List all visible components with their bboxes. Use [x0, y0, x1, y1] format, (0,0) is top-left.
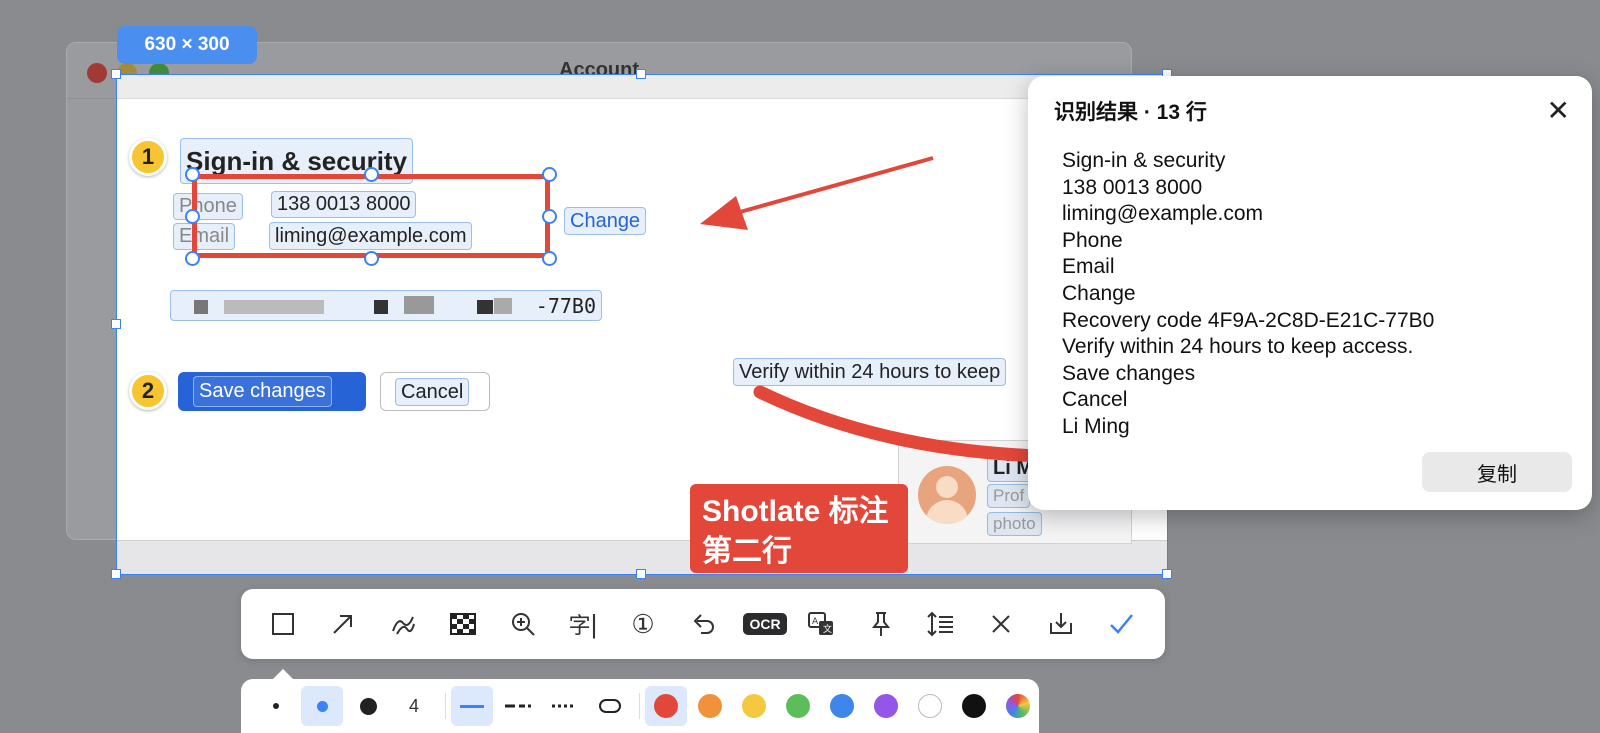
color-swatch-green[interactable] — [777, 686, 819, 726]
ocr-icon[interactable]: OCR — [738, 603, 792, 645]
scroll-capture-icon[interactable] — [920, 603, 962, 645]
line-solid[interactable] — [451, 686, 493, 726]
text-annotation[interactable]: Shotlate 标注 第二行 — [690, 484, 908, 573]
color-swatch-red[interactable] — [645, 686, 687, 726]
color-swatch-yellow[interactable] — [733, 686, 775, 726]
line-dash-dot[interactable] — [497, 686, 539, 726]
color-swatch-white[interactable] — [909, 686, 951, 726]
color-swatch-blue[interactable] — [821, 686, 863, 726]
number-tool-glyph: ① — [631, 608, 655, 639]
rounded-rect-shape[interactable] — [589, 686, 631, 726]
translate-icon[interactable]: 文A — [800, 603, 842, 645]
color-swatch-purple[interactable] — [865, 686, 907, 726]
ocr-chip: OCR — [743, 613, 787, 635]
undo-icon[interactable] — [682, 603, 724, 645]
arrow-annotation — [739, 156, 934, 214]
ocr-line: Li Ming — [1062, 414, 1130, 438]
annotation-toolbar: 字 | ① OCR 文A — [241, 589, 1165, 659]
swatch-fill — [786, 694, 810, 718]
arrowhead — [700, 196, 748, 230]
stroke-size-medium[interactable] — [301, 686, 343, 726]
swatch-fill — [830, 694, 854, 718]
arrow-icon[interactable] — [322, 603, 364, 645]
ocr-line: Verify within 24 hours to keep access. — [1062, 335, 1414, 359]
swatch-fill — [874, 694, 898, 718]
swatch-fill — [918, 694, 942, 718]
color-picker-icon[interactable] — [997, 686, 1039, 726]
ocr-line: Phone — [1062, 228, 1123, 252]
swatch-fill — [742, 694, 766, 718]
pen-icon[interactable] — [382, 603, 424, 645]
ocr-line: Change — [1062, 281, 1136, 305]
swatch-fill — [962, 694, 986, 718]
text-tool-glyph: 字 — [568, 613, 591, 638]
ocr-line: Recovery code 4F9A-2C8D-E21C-77B0 — [1062, 308, 1435, 332]
ocr-result-lines[interactable]: Sign-in & security 138 0013 8000 liming@… — [1062, 148, 1562, 438]
divider — [639, 693, 640, 719]
divider — [445, 693, 446, 719]
ocr-line: 138 0013 8000 — [1062, 175, 1203, 199]
ocr-result-panel: 识别结果 · 13 行 ✕ Sign-in & security 138 001… — [1028, 76, 1592, 510]
rectangle-icon[interactable] — [262, 603, 304, 645]
ocr-line: Cancel — [1062, 388, 1128, 412]
save-icon[interactable] — [1040, 603, 1082, 645]
curved-stroke-annotation — [753, 385, 1047, 463]
line-dotted[interactable] — [543, 686, 585, 726]
mosaic-icon[interactable] — [442, 603, 484, 645]
ocr-panel-title: 识别结果 · 13 行 — [1054, 101, 1207, 124]
confirm-icon[interactable] — [1100, 603, 1142, 645]
close-icon[interactable] — [980, 603, 1022, 645]
pin-icon[interactable] — [860, 603, 902, 645]
style-subbar: 4 — [241, 679, 1039, 733]
stroke-width-value[interactable]: 4 — [393, 686, 435, 726]
magnifier-icon[interactable] — [502, 603, 544, 645]
svg-text:文: 文 — [823, 623, 832, 635]
color-swatch-black[interactable] — [953, 686, 995, 726]
ocr-line: Sign-in & security — [1062, 149, 1226, 172]
ocr-line: Save changes — [1062, 361, 1196, 385]
svg-text:A: A — [812, 617, 819, 627]
number-icon[interactable]: ① — [622, 603, 664, 645]
swatch-fill — [698, 694, 722, 718]
text-icon[interactable]: 字 | — [562, 603, 604, 645]
ocr-line: liming@example.com — [1062, 202, 1264, 226]
stroke-size-small[interactable] — [255, 686, 297, 726]
swatch-fill — [654, 694, 678, 718]
stroke-size-large[interactable] — [347, 686, 389, 726]
copy-button[interactable]: 复制 — [1422, 452, 1572, 492]
ocr-line: Email — [1062, 255, 1115, 279]
close-icon[interactable]: ✕ — [1547, 94, 1570, 127]
color-swatch-orange[interactable] — [689, 686, 731, 726]
